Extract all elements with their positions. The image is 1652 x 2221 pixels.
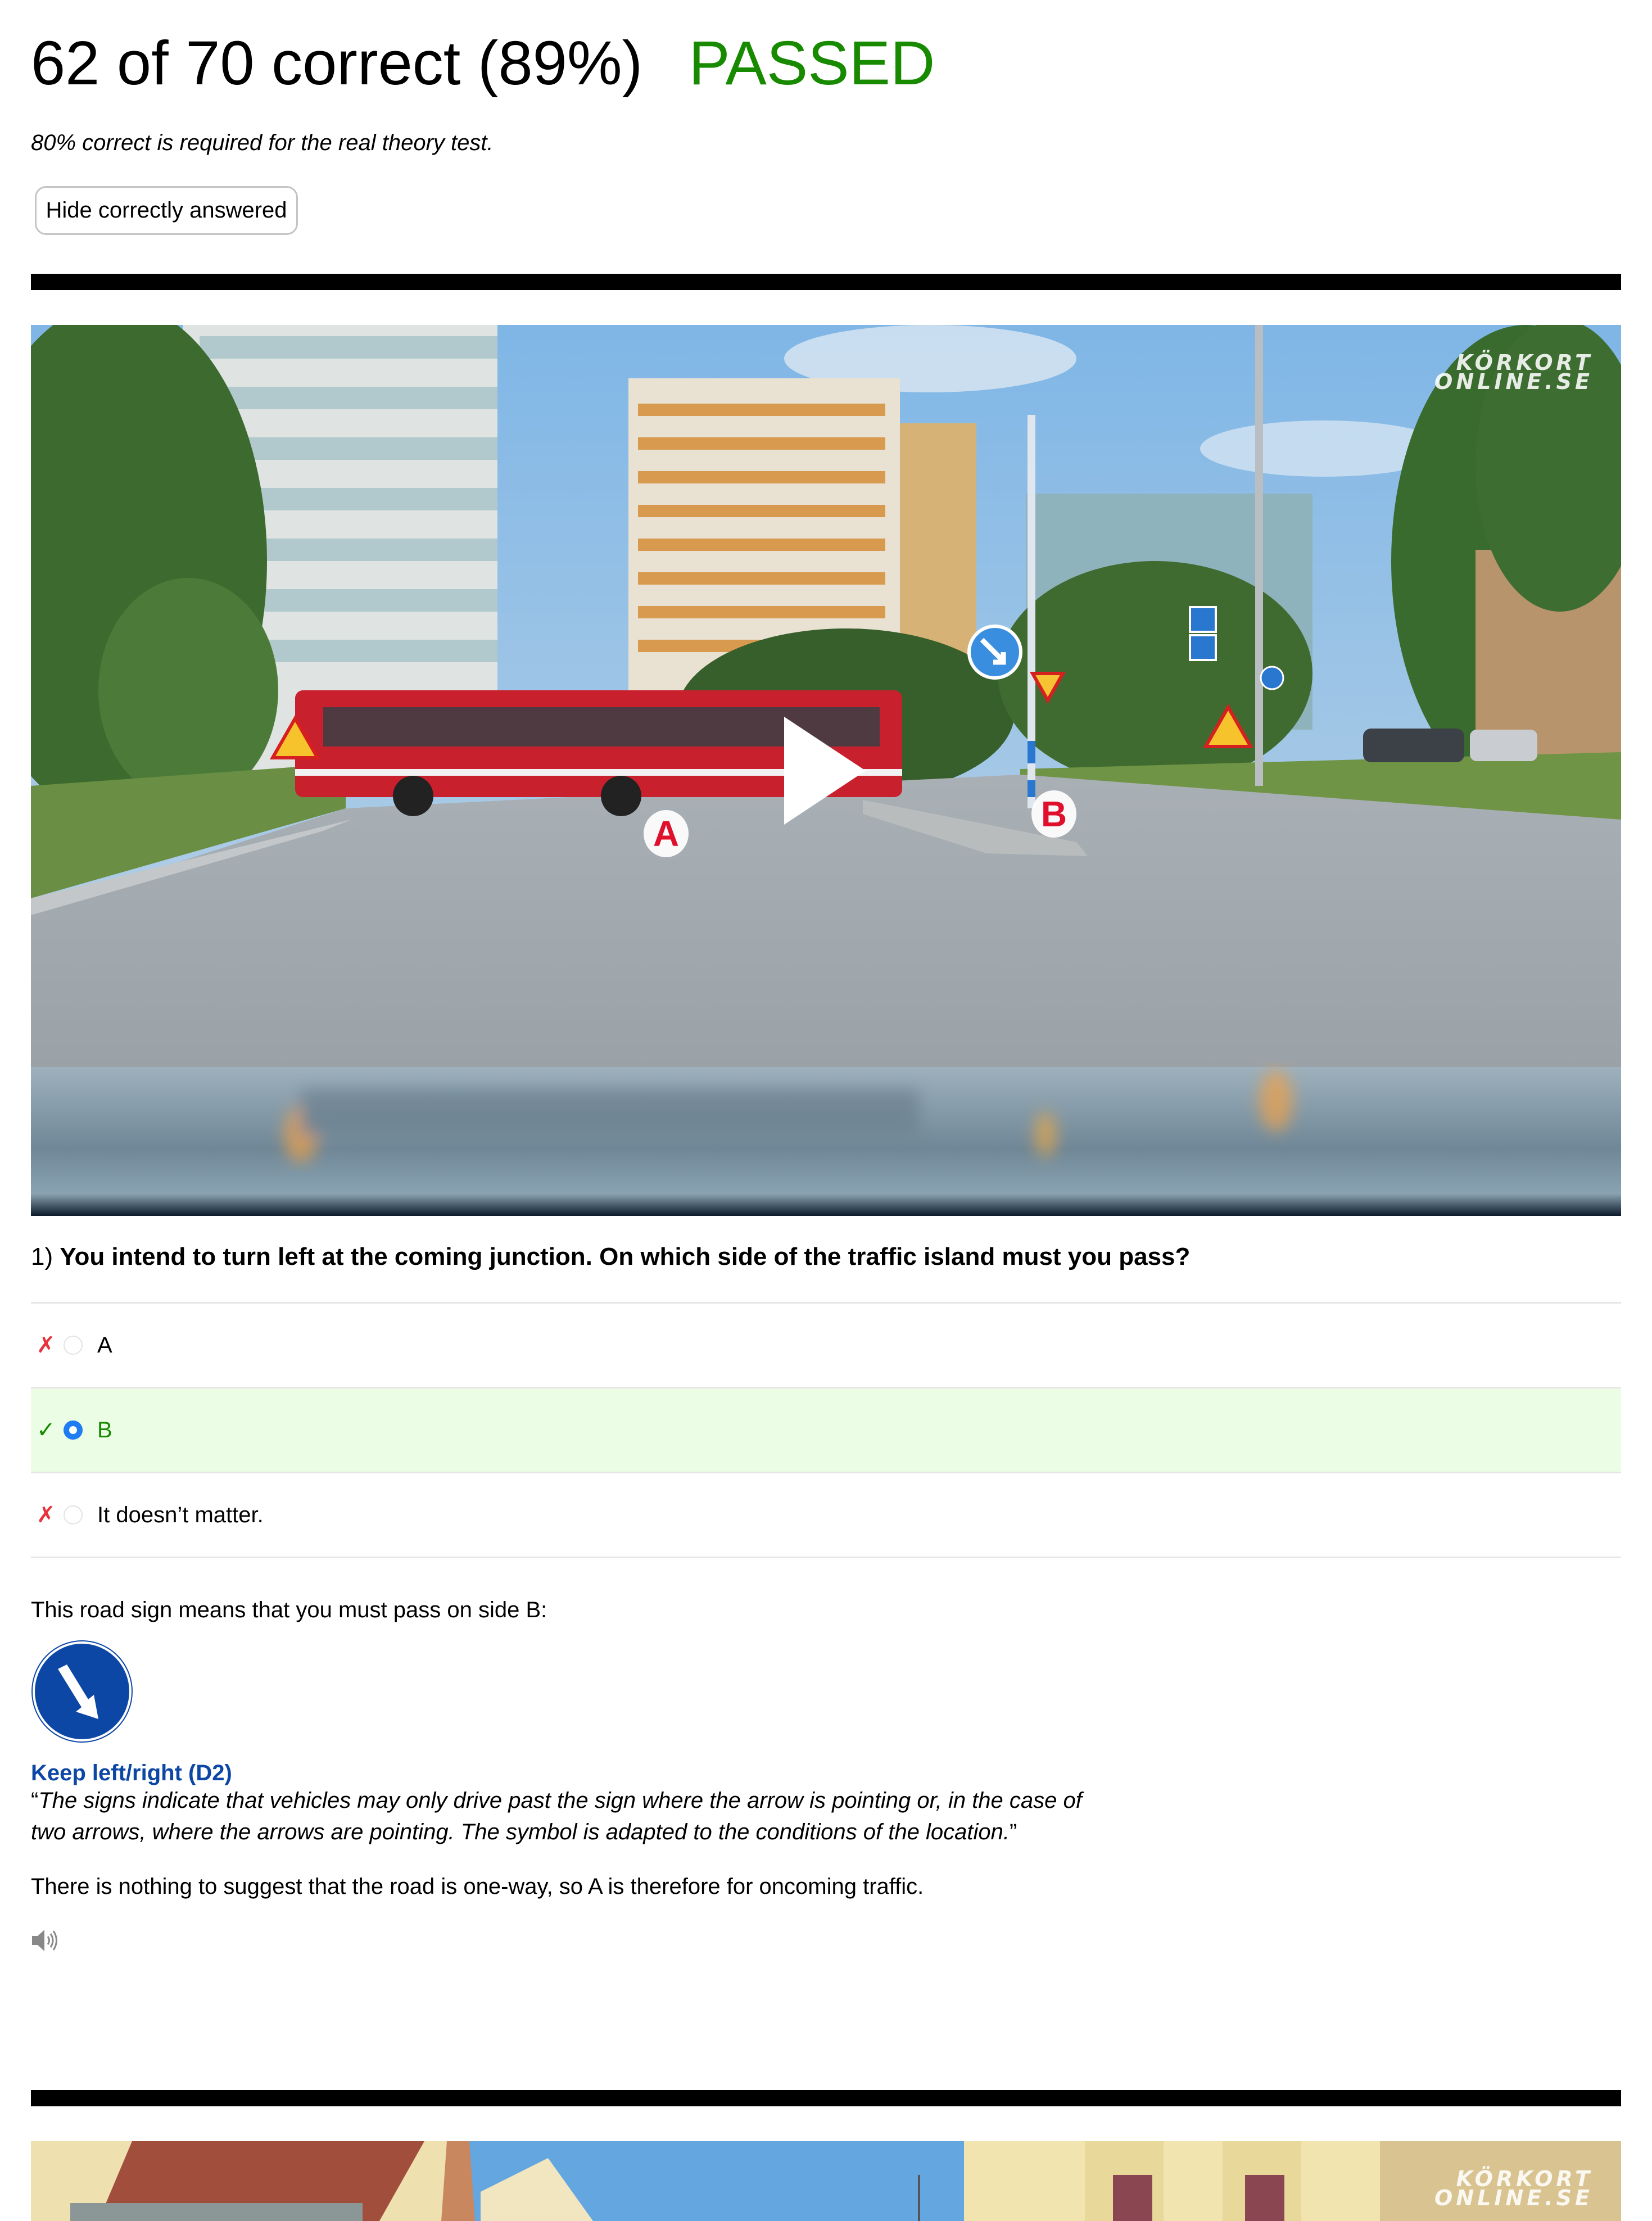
sign-title-link[interactable]: Keep left/right (D2) xyxy=(31,1758,232,1788)
check-mark-icon: ✓ xyxy=(37,1418,56,1442)
passed-status: PASSED xyxy=(689,29,935,98)
photo-frame xyxy=(31,2141,1621,2221)
question-prompt: You intend to turn left at the coming ju… xyxy=(60,1243,1191,1270)
answer-option-c[interactable]: ✗ It doesn’t matter. xyxy=(31,1472,1621,1558)
answer-radio[interactable] xyxy=(64,1505,83,1525)
answer-list: ✗ A ✓ B ✗ It doesn’t matter. xyxy=(31,1302,1621,1558)
explanation-intro: This road sign means that you must pass … xyxy=(31,1598,547,1622)
question-divider xyxy=(31,2090,1621,2106)
answer-option-b[interactable]: ✓ B xyxy=(31,1387,1621,1472)
watermark: KÖRKORT ONLINE.SE xyxy=(1434,352,1593,394)
hide-correct-button[interactable]: Hide correctly answered xyxy=(35,186,298,235)
wrong-mark-icon: ✗ xyxy=(37,1333,56,1358)
sign-description-quote: “The signs indicate that vehicles may on… xyxy=(31,1785,1099,1848)
answer-label: B xyxy=(97,1417,112,1442)
watermark: KÖRKORT ONLINE.SE xyxy=(1434,2168,1593,2210)
watermark-line2: ONLINE.SE xyxy=(1434,369,1593,394)
answer-label: It doesn’t matter. xyxy=(97,1502,264,1527)
question-text: 1) You intend to turn left at the coming… xyxy=(31,1241,1190,1273)
answer-label: A xyxy=(97,1332,112,1358)
question-image: KÖRKORT ONLINE.SE xyxy=(31,2141,1621,2221)
answer-option-a[interactable]: ✗ A xyxy=(31,1302,1621,1387)
watermark-line2: ONLINE.SE xyxy=(1434,2186,1593,2210)
play-icon[interactable] xyxy=(784,717,866,825)
answer-radio-selected[interactable] xyxy=(64,1421,83,1440)
quote-body: The signs indicate that vehicles may onl… xyxy=(31,1788,1082,1844)
keep-right-sign-icon xyxy=(31,1640,133,1743)
requirement-note: 80% correct is required for the real the… xyxy=(31,130,494,155)
quote-close: ” xyxy=(1009,1820,1017,1844)
question-divider xyxy=(31,274,1621,290)
question-number: 1) xyxy=(31,1243,53,1270)
label-b: B xyxy=(1031,790,1076,838)
speaker-icon[interactable] xyxy=(31,1928,60,1953)
question-video[interactable]: KÖRKORT ONLINE.SE A B xyxy=(31,325,1621,1216)
answer-radio[interactable] xyxy=(64,1336,83,1355)
quote-open: “ xyxy=(31,1788,39,1813)
wrong-mark-icon: ✗ xyxy=(37,1503,56,1527)
score-text: 62 of 70 correct (89%) xyxy=(31,29,643,98)
explanation-note: There is nothing to suggest that the roa… xyxy=(31,1874,924,1899)
score-heading: 62 of 70 correct (89%) PASSED xyxy=(31,27,935,100)
label-a: A xyxy=(644,810,689,857)
